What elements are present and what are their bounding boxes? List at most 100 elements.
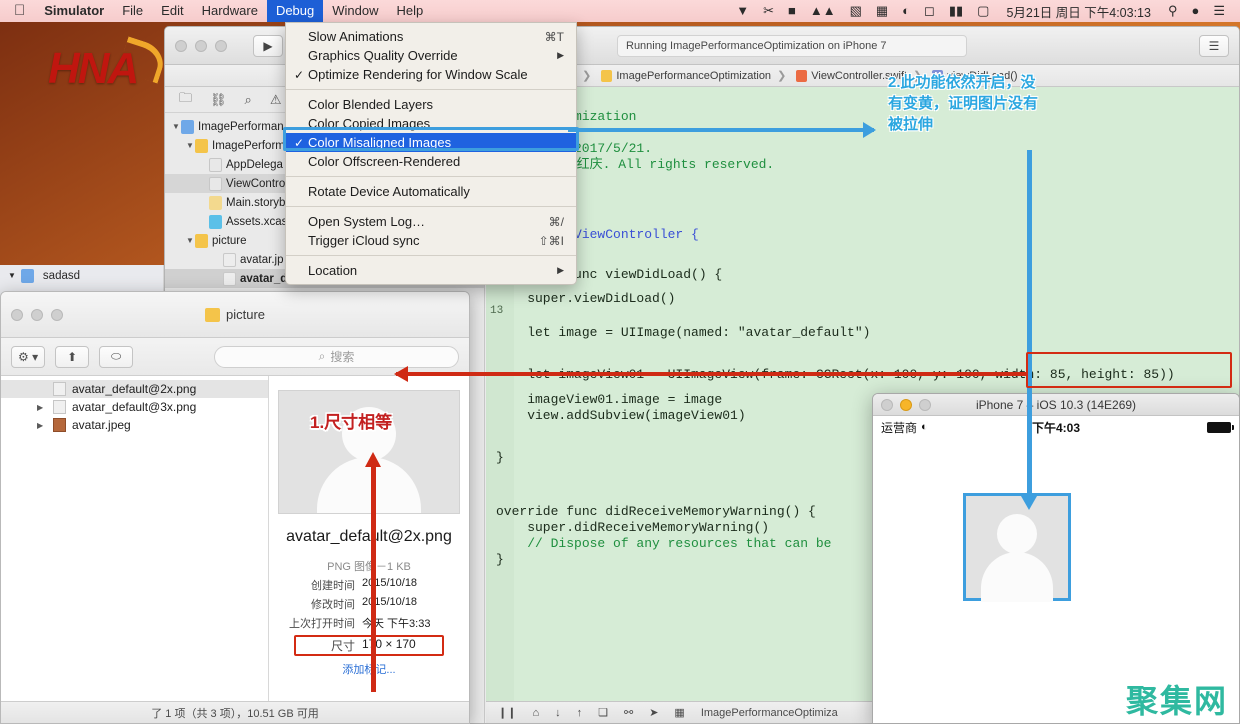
- ios-status-bar: 运营商 ◐ 下午4:03: [873, 416, 1239, 438]
- menu-debug[interactable]: Debug: [267, 0, 323, 22]
- menu-item-graphics-quality-override[interactable]: Graphics Quality Override ▶: [286, 46, 576, 65]
- step-out-icon[interactable]: ↑: [577, 707, 583, 719]
- finder-content[interactable]: avatar_default@2x.png ▶ avatar_default@3…: [1, 376, 469, 701]
- photos-icon[interactable]: ▲▲: [803, 0, 843, 22]
- file-row[interactable]: ▶ avatar.jpeg: [1, 416, 268, 434]
- close-button[interactable]: [11, 309, 23, 321]
- file-row[interactable]: avatar_default@2x.png: [1, 380, 268, 398]
- step-into-icon[interactable]: ↓: [555, 707, 561, 719]
- menu-item-color-blended-layers[interactable]: Color Blended Layers: [286, 95, 576, 114]
- ios-clock: 下午4:03: [873, 419, 1239, 436]
- disclosure-triangle-icon[interactable]: ▶: [37, 403, 43, 412]
- battery-icon[interactable]: ▮▮: [942, 0, 970, 22]
- finder-file-list[interactable]: avatar_default@2x.png ▶ avatar_default@3…: [1, 376, 269, 701]
- menu-file[interactable]: File: [113, 0, 152, 22]
- avatar-head-shape: [342, 407, 396, 461]
- add-tags-link[interactable]: 添加标记...: [342, 661, 395, 677]
- menu-item-color-copied-images[interactable]: Color Copied Images: [286, 114, 576, 133]
- disclosure-triangle-icon[interactable]: ▼: [8, 271, 16, 280]
- wifi-icon[interactable]: ◐: [895, 0, 917, 22]
- rendered-imageview: [963, 493, 1071, 601]
- tag-button[interactable]: ⬭: [99, 346, 133, 368]
- zoom-button[interactable]: [51, 309, 63, 321]
- editor-options-button[interactable]: ☰: [1199, 35, 1229, 57]
- spotlight-search-icon[interactable]: ⚲: [1161, 0, 1185, 22]
- chevron-right-icon: ❯: [775, 69, 788, 82]
- siri-icon[interactable]: ●: [1184, 0, 1206, 22]
- menu-item-trigger-icloud-sync[interactable]: Trigger iCloud sync ⇧⌘I: [286, 231, 576, 250]
- folder-navigator-icon[interactable]: 🗀: [179, 89, 192, 111]
- view-hierarchy-icon[interactable]: ❏: [598, 706, 608, 719]
- code-line: let imageView01 = UIImageView(frame: CGR…: [496, 367, 1239, 392]
- checkmark-icon: ✓: [294, 136, 308, 150]
- chevron-right-icon: ❯: [580, 69, 593, 82]
- action-menu-button[interactable]: ⚙ ▾: [11, 346, 45, 368]
- disclosure-triangle-icon[interactable]: ▶: [37, 421, 43, 430]
- finder-toolbar[interactable]: ⚙ ▾ ⬆ ⬭ ⌕ 搜索: [1, 338, 469, 376]
- menu-item-label: Open System Log…: [308, 214, 549, 229]
- disclosure-triangle-icon[interactable]: ▼: [171, 122, 181, 131]
- menu-hardware[interactable]: Hardware: [193, 0, 267, 22]
- memory-graph-icon[interactable]: ⚯: [624, 706, 633, 719]
- breadcrumb-item-2[interactable]: ViewController.swift ❯: [792, 69, 928, 82]
- zoom-button[interactable]: [919, 399, 931, 411]
- dropbox-icon[interactable]: ▼: [729, 0, 756, 22]
- keyboard-input-icon[interactable]: ▦: [869, 0, 895, 22]
- notification-center-icon[interactable]: ☰: [1206, 0, 1232, 22]
- evernote-icon[interactable]: ■: [781, 0, 803, 22]
- search-navigator-icon[interactable]: ⌕: [245, 92, 252, 108]
- menubar-clock[interactable]: 5月21日 周日 下午4:03:13: [996, 2, 1161, 21]
- meta-row-created: 创建时间 2015/10/18: [276, 577, 462, 593]
- apple-logo-icon[interactable]: : [10, 1, 35, 21]
- assets-icon: [209, 215, 222, 229]
- duet-icon[interactable]: ▢: [970, 0, 996, 22]
- window-traffic-lights[interactable]: [11, 309, 63, 321]
- menu-edit[interactable]: Edit: [152, 0, 192, 22]
- sidebar-item-sadasd[interactable]: ▼ sadasd: [0, 265, 163, 284]
- airplay-display-icon[interactable]: ▧: [843, 0, 869, 22]
- debug-dropdown-menu[interactable]: Slow Animations ⌘T Graphics Quality Over…: [285, 22, 577, 285]
- close-button[interactable]: [175, 40, 187, 52]
- menu-help[interactable]: Help: [388, 0, 433, 22]
- menu-item-color-offscreen-rendered[interactable]: Color Offscreen-Rendered: [286, 152, 576, 171]
- file-row[interactable]: ▶ avatar_default@3x.png: [1, 398, 268, 416]
- location-simulate-icon[interactable]: ➤: [649, 706, 658, 719]
- run-button[interactable]: ▶: [253, 35, 283, 57]
- zoom-button[interactable]: [215, 40, 227, 52]
- code-line: override func viewDidLoad() {: [496, 267, 1239, 291]
- window-traffic-lights[interactable]: [881, 399, 931, 411]
- breadcrumb-item-1[interactable]: ImagePerformanceOptimization ❯: [597, 69, 792, 82]
- finder-search-field[interactable]: ⌕ 搜索: [214, 346, 459, 368]
- menu-item-optimize-rendering[interactable]: ✓ Optimize Rendering for Window Scale: [286, 65, 576, 84]
- screen-mirror-icon[interactable]: ◻: [917, 0, 942, 22]
- close-button[interactable]: [881, 399, 893, 411]
- disclosure-triangle-icon[interactable]: ▼: [185, 141, 195, 150]
- folder-icon: [195, 139, 208, 153]
- simulator-window[interactable]: iPhone 7 – iOS 10.3 (14E269) 运营商 ◐ 下午4:0…: [872, 393, 1240, 724]
- step-over-icon[interactable]: ⌂: [532, 707, 539, 719]
- minimize-button[interactable]: [195, 40, 207, 52]
- pause-icon[interactable]: ❙❙: [498, 706, 516, 719]
- window-traffic-lights[interactable]: [175, 40, 227, 52]
- hierarchy-navigator-icon[interactable]: ⛓: [210, 92, 227, 108]
- breadcrumb-label: ViewController.swift: [811, 70, 907, 82]
- mac-menu-bar[interactable]:  Simulator File Edit Hardware Debug Win…: [0, 0, 1240, 22]
- tree-row-label: ViewContro: [226, 178, 285, 190]
- menu-separator: [286, 176, 576, 177]
- finder-window[interactable]: picture ⚙ ▾ ⬆ ⬭ ⌕ 搜索 avatar_default@2x.p…: [0, 291, 470, 724]
- scissors-icon[interactable]: ✂: [756, 0, 781, 22]
- disclosure-triangle-icon[interactable]: ▼: [185, 236, 195, 245]
- share-button[interactable]: ⬆: [55, 346, 89, 368]
- menu-item-slow-animations[interactable]: Slow Animations ⌘T: [286, 27, 576, 46]
- menu-item-rotate-device-automatically[interactable]: Rotate Device Automatically: [286, 182, 576, 201]
- minimize-button[interactable]: [900, 399, 912, 411]
- menu-simulator[interactable]: Simulator: [35, 0, 113, 22]
- menu-item-color-misaligned-images[interactable]: ✓ Color Misaligned Images: [286, 133, 576, 152]
- menu-item-location[interactable]: Location ▶: [286, 261, 576, 280]
- minimize-button[interactable]: [31, 309, 43, 321]
- menu-item-open-system-log[interactable]: Open System Log… ⌘/: [286, 212, 576, 231]
- checkmark-icon: ✓: [294, 68, 308, 82]
- menu-window[interactable]: Window: [323, 0, 387, 22]
- breadcrumb-item-3[interactable]: M viewDidLoad(): [928, 70, 1021, 82]
- issue-navigator-icon[interactable]: ⚠: [270, 92, 282, 108]
